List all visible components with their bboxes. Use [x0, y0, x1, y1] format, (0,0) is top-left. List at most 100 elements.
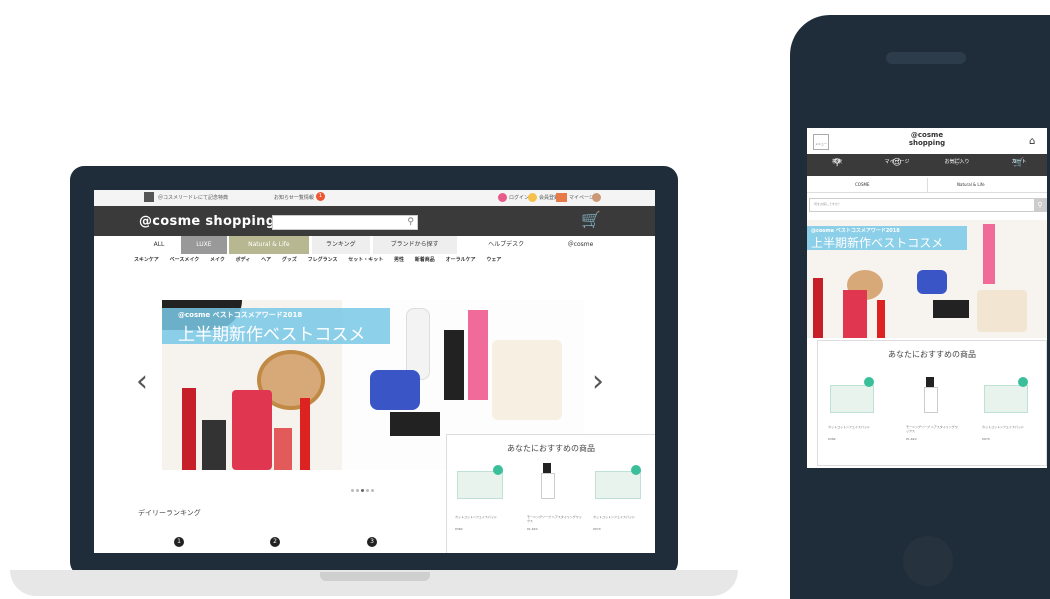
product-name[interactable]: モーニングソープ ヘアスタイリングワックス — [906, 425, 960, 433]
phone-logo-line2: shopping — [908, 139, 946, 147]
mypage-link[interactable]: マイページ — [569, 194, 594, 201]
cart-mini-icon[interactable] — [592, 193, 601, 202]
phone-logo-line1: @cosme — [910, 131, 944, 139]
cat-body[interactable]: ボディ — [236, 256, 251, 263]
product-image[interactable] — [830, 385, 874, 413]
palette-image — [390, 412, 440, 436]
cat-base[interactable]: ベースメイク — [170, 256, 200, 263]
pencil-image — [877, 300, 885, 338]
news-link[interactable]: お知らせ一覧情報 — [274, 194, 314, 201]
nav-help[interactable]: ヘルプデスク — [459, 236, 554, 254]
carousel-dot[interactable] — [366, 489, 369, 492]
phone-hero-banner[interactable]: @cosme ベストコスメアワード2018 上半期新作ベストコスメ — [807, 220, 1047, 338]
cat-new[interactable]: 新着商品 — [415, 256, 435, 263]
phone-header: メニュー @cosme shopping ⌂ — [807, 128, 1047, 155]
product-price: ¥1,620 — [906, 437, 917, 441]
product-name[interactable]: カットコットンフェイスパッド — [982, 425, 1036, 429]
product-image[interactable] — [924, 387, 938, 413]
product-name[interactable]: モーニングソープ ヘアスタイリングワックス — [527, 515, 583, 523]
carousel-dot[interactable] — [351, 489, 354, 492]
mypage-icon[interactable] — [556, 193, 567, 202]
ranking-badge-1: 1 — [174, 537, 184, 547]
site-header: @cosme shopping ⚲ 🛒 — [94, 206, 655, 236]
nav-cosme[interactable]: ＠cosme — [556, 236, 606, 254]
site-logo[interactable]: @cosme shopping — [139, 214, 275, 229]
prev-arrow-icon[interactable]: ‹ — [136, 364, 148, 399]
phone-logo[interactable]: @cosme shopping — [807, 131, 1047, 147]
nivea-jar-image — [370, 370, 420, 410]
main-nav: ALL LUXE Natural & Life ランキング ブランドから探す ヘ… — [139, 236, 639, 254]
phone-tab-natural[interactable]: Natural & Life — [957, 182, 985, 187]
login-link[interactable]: ログイン — [509, 194, 529, 201]
cat-fragrance[interactable]: フレグランス — [308, 256, 338, 263]
mascara-image — [182, 388, 196, 470]
carousel-dot[interactable] — [361, 489, 364, 492]
register-icon[interactable] — [528, 193, 537, 202]
cat-hair[interactable]: ヘア — [261, 256, 271, 263]
lipstick-image — [274, 428, 292, 470]
product-badge — [864, 377, 874, 387]
nav-luxe[interactable]: LUXE — [180, 236, 227, 254]
next-arrow-icon[interactable]: › — [592, 364, 604, 399]
cat-set[interactable]: セット・キット — [348, 256, 383, 263]
phone-recommend-panel: あなたにおすすめの商品 カットコットンフェイスパッド ¥382 モーニングソープ… — [817, 340, 1047, 466]
nivea-jar-image — [917, 270, 947, 294]
phone-recommend-title: あなたにおすすめの商品 — [888, 350, 976, 359]
product-price: ¥970 — [593, 527, 601, 531]
phone-icon-bar: ⚲ 検索 ☺ マイページ ♡ お気に入り 🛒 カート — [807, 154, 1047, 176]
lipstick-box-image — [232, 390, 272, 470]
category-bar: スキンケア ベースメイク メイク ボディ ヘア グッズ フレグランス セット・キ… — [134, 256, 624, 268]
product-image[interactable] — [541, 473, 555, 499]
product-price: ¥1,620 — [527, 527, 538, 531]
product-badge — [631, 465, 641, 475]
banner-caption: @cosme ベストコスメアワード2018 上半期新作ベストコスメ — [162, 308, 390, 345]
pink-bottle-image — [468, 310, 488, 400]
phone-speaker — [886, 52, 966, 64]
phone-banner-caption-small: @cosme ベストコスメアワード2018 — [811, 228, 900, 234]
phone-tab-cosme[interactable]: COSME — [855, 182, 869, 187]
cat-oral[interactable]: オーラルケア — [446, 256, 476, 263]
product-badge — [493, 465, 503, 475]
cat-wear[interactable]: ウェア — [486, 256, 501, 263]
nav-natural-life[interactable]: Natural & Life — [228, 236, 309, 254]
phone-tabs: COSME Natural & Life — [807, 178, 1047, 193]
brush-image — [202, 420, 226, 470]
login-icon[interactable] — [498, 193, 507, 202]
search-submit-icon[interactable]: ⚲ — [1034, 199, 1046, 211]
phone-favorite-label: お気に入り — [944, 159, 970, 165]
top-info-bar: ＠コスメリードレにて記念特典 お知らせ一覧情報 1 ログイン 会員登録 マイペー… — [94, 190, 655, 206]
cat-skincare[interactable]: スキンケア — [134, 256, 159, 263]
promo-text[interactable]: ＠コスメリードレにて記念特典 — [158, 194, 228, 201]
carousel-dot[interactable] — [356, 489, 359, 492]
cart-icon[interactable]: 🛒 — [581, 210, 601, 229]
product-name[interactable]: カットコットンフェイスパッド — [593, 515, 649, 519]
carousel-dot[interactable] — [371, 489, 374, 492]
phone-banner-caption: @cosme ベストコスメアワード2018 上半期新作ベストコスメ — [807, 226, 967, 250]
product-price: ¥382 — [455, 527, 463, 531]
nav-brand[interactable]: ブランドから探す — [371, 236, 457, 254]
carousel-dots — [350, 477, 375, 496]
promo-icon — [144, 192, 154, 202]
laptop-notch — [320, 572, 430, 581]
search-input[interactable]: ⚲ — [272, 215, 418, 230]
cat-goods[interactable]: グッズ — [282, 256, 297, 263]
pink-bottle-image — [983, 224, 995, 284]
product-name[interactable]: カットコットンフェイスパッド — [828, 425, 882, 429]
search-icon[interactable]: ⚲ — [407, 217, 414, 227]
tab-divider — [927, 178, 928, 192]
pump-cap — [926, 377, 934, 387]
nav-all[interactable]: ALL — [139, 236, 179, 254]
news-badge: 1 — [316, 192, 325, 201]
cat-makeup[interactable]: メイク — [210, 256, 225, 263]
nav-ranking[interactable]: ランキング — [310, 236, 370, 254]
product-image[interactable] — [984, 385, 1028, 413]
recommend-title: あなたにおすすめの商品 — [507, 444, 595, 453]
cream-jar-image — [492, 340, 562, 420]
home-icon[interactable]: ⌂ — [1029, 136, 1035, 147]
product-image[interactable] — [595, 471, 641, 499]
cat-men[interactable]: 男性 — [394, 256, 404, 263]
product-name[interactable]: カットコットンフェイスパッド — [455, 515, 511, 519]
pump-cap — [543, 463, 551, 473]
phone-search-input[interactable]: 何をお探しですか？ ⚲ — [809, 198, 1047, 212]
product-image[interactable] — [457, 471, 503, 499]
